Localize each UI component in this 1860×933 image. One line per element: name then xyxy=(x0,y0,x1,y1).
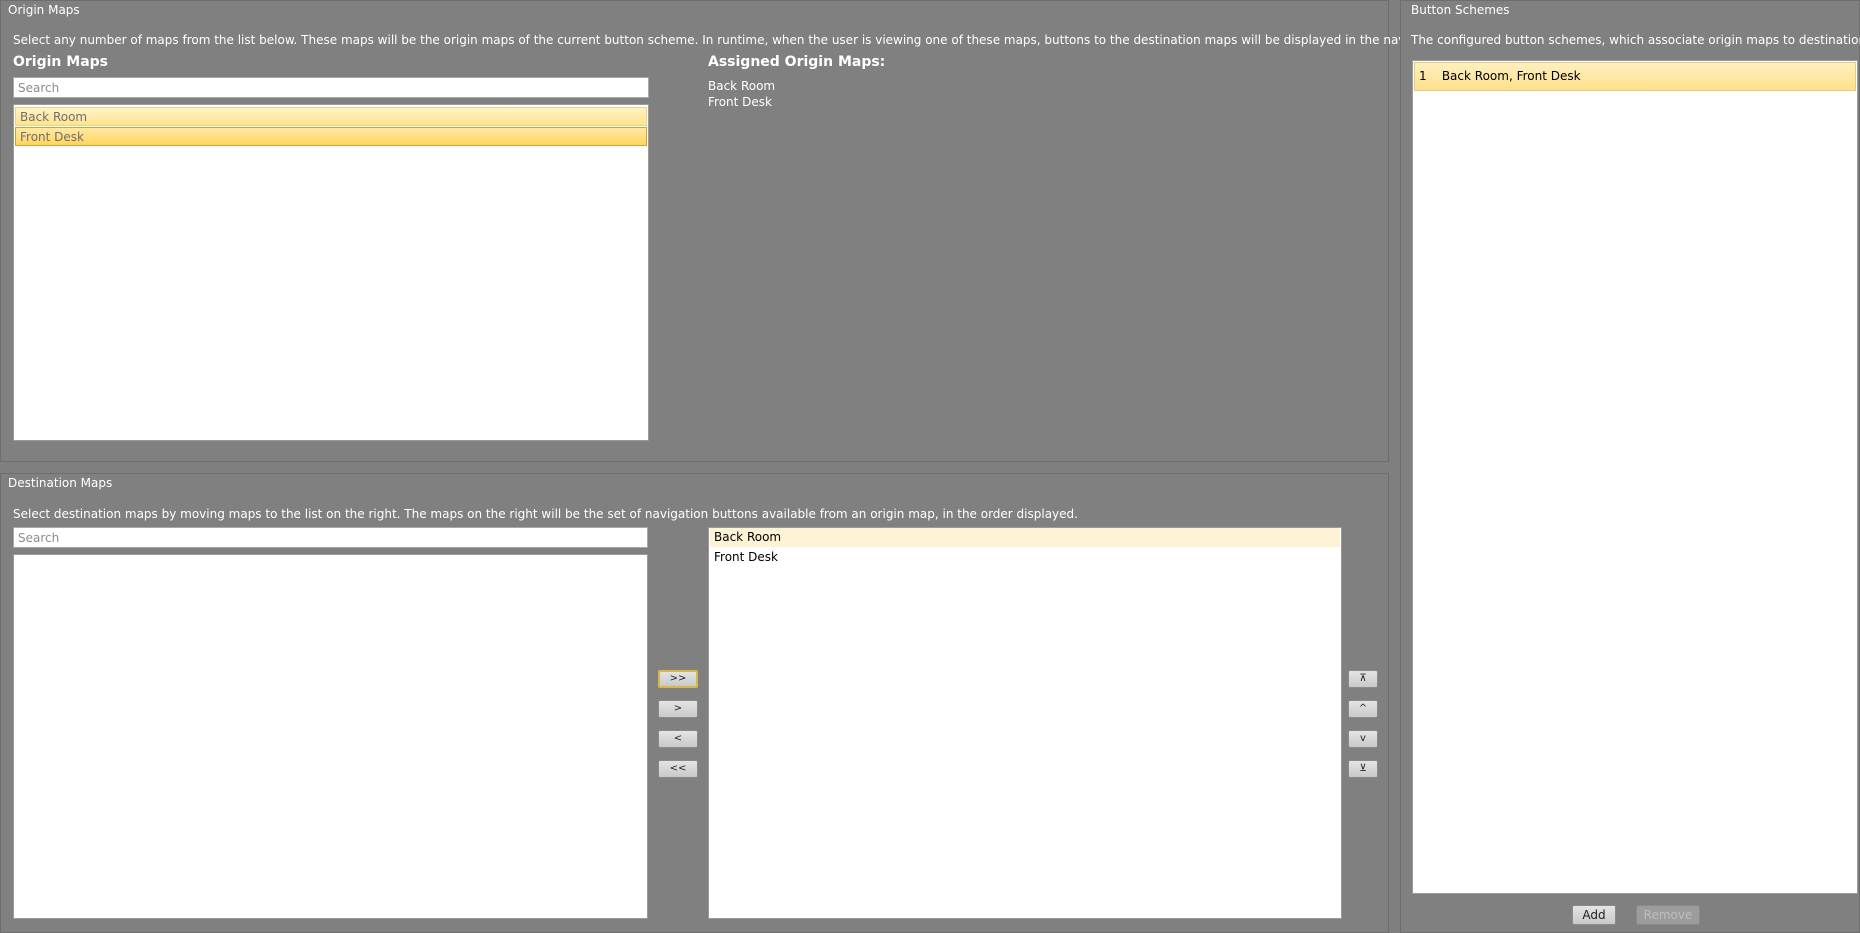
assigned-origin-item: Back Room xyxy=(708,79,776,93)
remove-scheme-button[interactable]: Remove xyxy=(1636,905,1700,925)
origin-maps-panel: Origin Maps Select any number of maps fr… xyxy=(0,0,1481,462)
destination-search-input[interactable] xyxy=(13,527,648,548)
move-left-button[interactable]: < xyxy=(658,730,698,748)
origin-list-heading: Origin Maps xyxy=(13,54,108,70)
destination-description: Select destination maps by moving maps t… xyxy=(13,507,1078,521)
destination-panel-title: Destination Maps xyxy=(8,476,113,490)
origin-panel-title: Origin Maps xyxy=(8,3,80,17)
available-maps-list[interactable] xyxy=(13,554,648,919)
assigned-origin-heading: Assigned Origin Maps: xyxy=(708,54,886,70)
schemes-panel-title: Button Schemes xyxy=(1411,3,1510,17)
list-item[interactable]: Back Room xyxy=(710,528,1340,547)
move-right-button[interactable]: > xyxy=(658,700,698,718)
scheme-label: Back Room, Front Desk xyxy=(1441,69,1581,83)
move-all-left-button[interactable]: << xyxy=(658,760,698,778)
list-item[interactable]: Front Desk xyxy=(15,127,647,146)
move-to-top-button[interactable]: ⊼ xyxy=(1348,670,1378,688)
scheme-index: 1 xyxy=(1419,69,1427,83)
schemes-description: The configured button schemes, which ass… xyxy=(1411,33,1860,47)
button-schemes-panel: Button Schemes The configured button sch… xyxy=(1400,0,1860,933)
move-up-button[interactable]: ^ xyxy=(1348,700,1378,718)
add-scheme-button[interactable]: Add xyxy=(1572,905,1616,925)
origin-maps-list[interactable]: Back Room Front Desk xyxy=(13,104,649,441)
assigned-origin-item: Front Desk xyxy=(708,95,772,109)
move-down-button[interactable]: v xyxy=(1348,730,1378,748)
move-to-bottom-button[interactable]: ⊻ xyxy=(1348,760,1378,778)
button-schemes-list[interactable]: 1 Back Room, Front Desk xyxy=(1412,60,1858,894)
selected-destination-list[interactable]: Back Room Front Desk xyxy=(708,527,1342,919)
origin-search-input[interactable] xyxy=(13,77,649,98)
list-item[interactable]: Back Room xyxy=(15,107,647,126)
move-all-right-button[interactable]: >> xyxy=(658,670,698,688)
scheme-list-item[interactable]: 1 Back Room, Front Desk xyxy=(1414,62,1856,91)
list-item[interactable]: Front Desk xyxy=(710,548,1340,567)
destination-maps-panel: Destination Maps Select destination maps… xyxy=(0,473,1389,933)
origin-description: Select any number of maps from the list … xyxy=(13,33,1482,47)
